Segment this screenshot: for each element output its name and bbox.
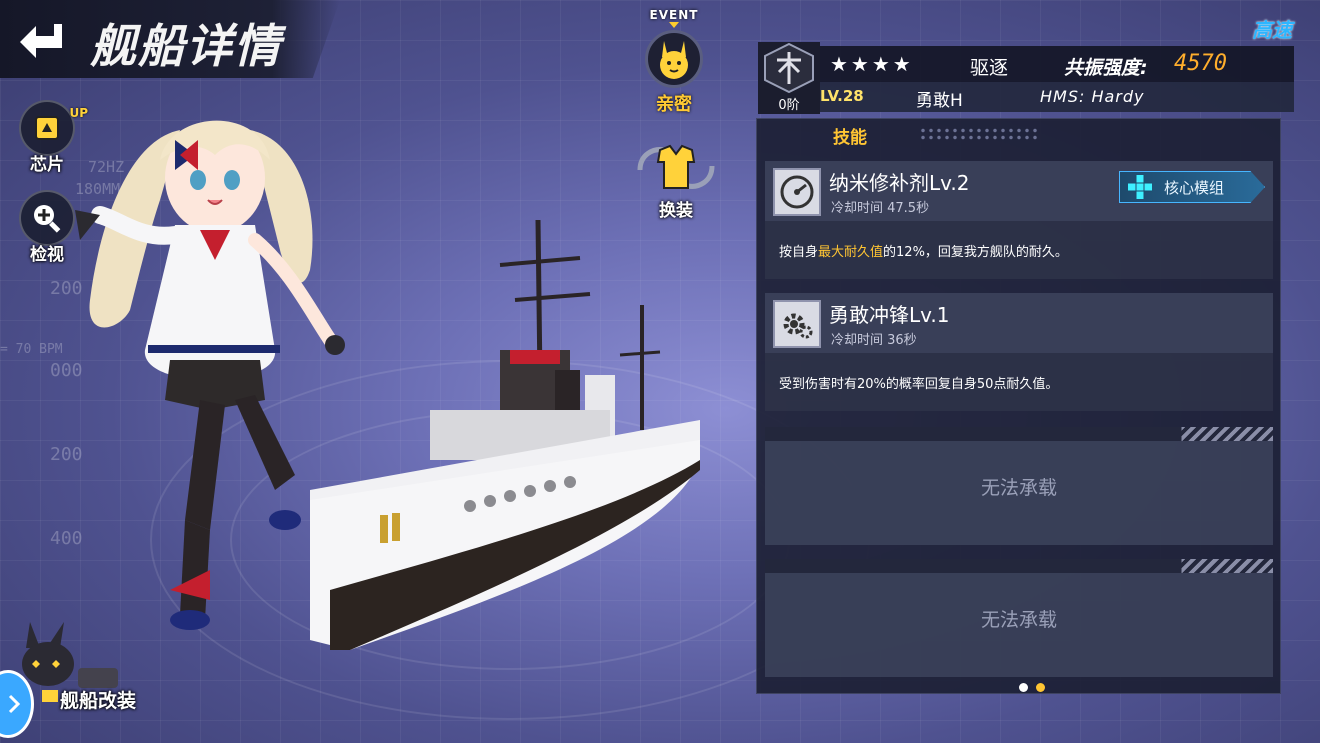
chip-button-circle — [19, 100, 75, 156]
bunny-icon — [645, 30, 703, 88]
page-dot[interactable] — [1019, 683, 1028, 692]
tab-decoration — [919, 127, 1039, 141]
chevron-right-icon — [8, 694, 21, 714]
inspect-button[interactable]: 检视 — [12, 190, 82, 265]
event-arrow-icon — [669, 22, 679, 28]
affinity-button[interactable]: EVENT 亲密 — [632, 8, 716, 116]
page-title: 舰船详情 — [90, 19, 282, 73]
empty-skill-slot: 无法承载 — [765, 427, 1273, 545]
skill-description: 按自身最大耐久值的12%，回复我方舰队的耐久。 — [779, 241, 1068, 260]
skill-desc-suffix: 的12%，回复我方舰队的耐久。 — [883, 245, 1068, 260]
chip-label: 芯片 — [30, 155, 64, 175]
outfit-label: 换装 — [659, 201, 693, 221]
outfit-icon — [637, 144, 715, 189]
inspect-button-circle — [19, 190, 75, 246]
speedometer-icon — [773, 168, 821, 216]
slot-stripe — [765, 559, 1273, 573]
slot-stripe — [765, 427, 1273, 441]
ship-modify-button[interactable]: 舰船改装 — [16, 618, 156, 718]
skill-header: 勇敢冲锋Lv.1 冷却时间 36秒 — [765, 293, 1273, 353]
chip-up-badge: UP — [69, 106, 88, 120]
tab-skills[interactable]: 技能 — [833, 123, 867, 148]
info-row-primary: ★★★★ 驱逐 共振强度: 4570 — [820, 46, 1294, 82]
resonance-label: 共振强度: — [1064, 57, 1148, 79]
ship-modify-label: 舰船改装 — [60, 690, 137, 712]
skill-header: 纳米修补剂Lv.2 冷却时间 47.5秒 核心模组 — [765, 161, 1273, 221]
skill-name: 勇敢冲锋Lv.1 — [829, 303, 950, 327]
rank-badge-icon — [764, 42, 814, 94]
ship-level: LV.28 — [820, 87, 864, 105]
outfit-button[interactable]: 换装 — [630, 140, 722, 221]
back-button[interactable] — [10, 12, 72, 64]
skill-desc-prefix: 按自身 — [779, 245, 819, 260]
rank-label: 0阶 — [778, 98, 800, 113]
background-bpm-text: = 70 BPM — [0, 342, 63, 357]
skill-card[interactable]: 纳米修补剂Lv.2 冷却时间 47.5秒 核心模组 按自身最大耐久值的12%，回… — [765, 161, 1273, 279]
page-indicator[interactable] — [1019, 683, 1045, 692]
ship-model[interactable] — [290, 210, 710, 660]
core-module-label: 核心模组 — [1164, 178, 1225, 197]
empty-slot-label: 无法承载 — [980, 609, 1057, 631]
gear-icon — [773, 300, 821, 348]
magnifier-icon — [34, 205, 61, 233]
skills-panel: 技能 纳米修补剂Lv.2 冷却时间 47.5秒 核心模组 按自身最大耐久值的12… — [756, 118, 1281, 694]
skill-desc-highlight: 最大耐久值 — [818, 245, 884, 260]
inspect-label: 检视 — [30, 245, 64, 265]
rank-emblem[interactable]: 0阶 — [758, 42, 820, 114]
skill-name: 纳米修补剂Lv.2 — [829, 171, 970, 195]
speed-tag: 高速 — [1252, 18, 1292, 42]
core-module-button[interactable]: 核心模组 — [1119, 171, 1265, 203]
ship-info-panel: 0阶 ★★★★ 驱逐 共振强度: 4570 LV.28 勇敢H HMS: Har… — [758, 42, 1294, 114]
header-bar: 舰船详情 — [0, 0, 340, 78]
chip-icon — [35, 116, 59, 140]
info-row-secondary: LV.28 勇敢H HMS: Hardy — [820, 82, 1294, 112]
skill-description: 受到伤害时有20%的概率回复自身50点耐久值。 — [779, 377, 1059, 392]
back-arrow-icon — [20, 24, 62, 58]
event-badge: EVENT — [649, 8, 699, 22]
resonance-value: 4570 — [1174, 51, 1227, 76]
ship-code: HMS: Hardy — [1040, 87, 1145, 106]
affinity-label: 亲密 — [656, 94, 692, 115]
page-dot-active[interactable] — [1036, 683, 1045, 692]
rarity-stars: ★★★★ — [830, 52, 914, 76]
ship-type: 驱逐 — [970, 57, 1009, 79]
skill-card[interactable]: 勇敢冲锋Lv.1 冷却时间 36秒 受到伤害时有20%的概率回复自身50点耐久值… — [765, 293, 1273, 411]
empty-skill-slot: 无法承载 — [765, 559, 1273, 677]
ship-name: 勇敢H — [916, 91, 963, 111]
skill-cooldown: 冷却时间 36秒 — [831, 333, 917, 348]
core-module-icon — [1128, 175, 1152, 199]
chip-button[interactable]: UP 芯片 — [12, 100, 88, 175]
empty-slot-label: 无法承载 — [980, 477, 1057, 499]
skill-cooldown: 冷却时间 47.5秒 — [831, 201, 930, 216]
